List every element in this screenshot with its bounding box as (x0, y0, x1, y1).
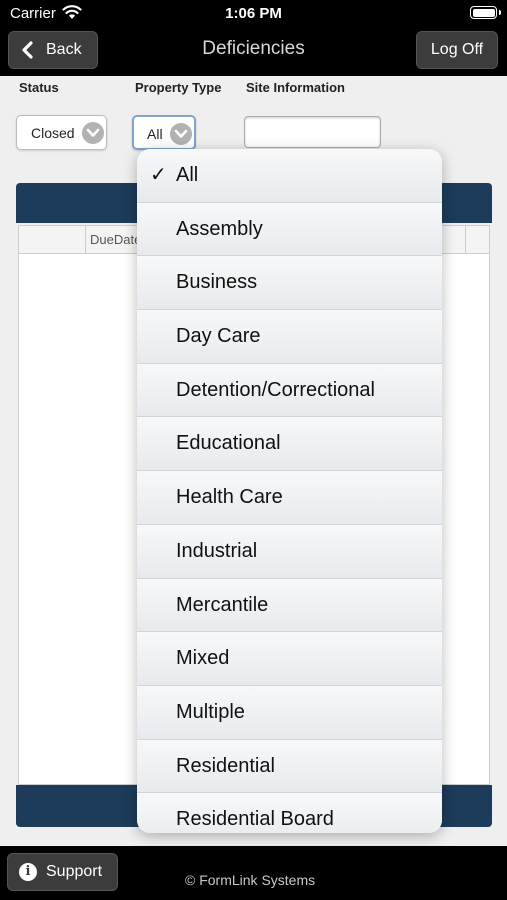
status-bar: Carrier 1:06 PM (0, 0, 507, 26)
status-select[interactable]: Closed (16, 115, 107, 150)
property-type-dropdown[interactable]: ✓ All Assembly Business Day Care Detenti… (137, 149, 442, 833)
dropdown-option-educational[interactable]: Educational (137, 417, 442, 472)
dropdown-option-residential-board[interactable]: Residential Board (137, 793, 442, 833)
clock: 1:06 PM (225, 5, 282, 22)
checkmark-icon: ✓ (150, 164, 167, 186)
site-information-label: Site Information (246, 80, 345, 95)
grid-column-header[interactable] (466, 226, 490, 254)
dropdown-option-industrial[interactable]: Industrial (137, 524, 442, 579)
dropdown-option-health-care[interactable]: Health Care (137, 471, 442, 525)
dropdown-option-mercantile[interactable]: Mercantile (137, 578, 442, 633)
support-button-label: Support (46, 863, 103, 880)
status-select-value: Closed (31, 125, 75, 141)
dropdown-option-all[interactable]: ✓ All (137, 149, 442, 203)
navigation-bar: Back Deficiencies Log Off (0, 26, 507, 76)
dropdown-option-mixed[interactable]: Mixed (137, 632, 442, 686)
dropdown-option-label: All (176, 164, 199, 186)
info-icon: i (19, 863, 37, 881)
site-information-input[interactable] (244, 116, 381, 148)
chevron-down-icon (82, 122, 104, 144)
bottom-bar: i Support © FormLink Systems (0, 846, 507, 900)
property-type-select-value: All (147, 126, 163, 142)
log-off-button[interactable]: Log Off (416, 31, 498, 69)
chevron-down-icon (170, 123, 192, 145)
support-button[interactable]: i Support (7, 853, 118, 891)
dropdown-option-assembly[interactable]: Assembly (137, 202, 442, 257)
grid-column-header[interactable] (19, 226, 86, 254)
battery-icon (470, 6, 501, 19)
dropdown-option-day-care[interactable]: Day Care (137, 310, 442, 364)
property-type-select[interactable]: All (132, 115, 196, 150)
copyright-text: © FormLink Systems (185, 872, 316, 888)
dropdown-option-residential[interactable]: Residential (137, 739, 442, 794)
status-label: Status (19, 80, 59, 95)
dropdown-option-multiple[interactable]: Multiple (137, 685, 442, 740)
dropdown-option-detention-correctional[interactable]: Detention/Correctional (137, 363, 442, 418)
property-type-label: Property Type (135, 80, 222, 95)
dropdown-option-business[interactable]: Business (137, 256, 442, 311)
